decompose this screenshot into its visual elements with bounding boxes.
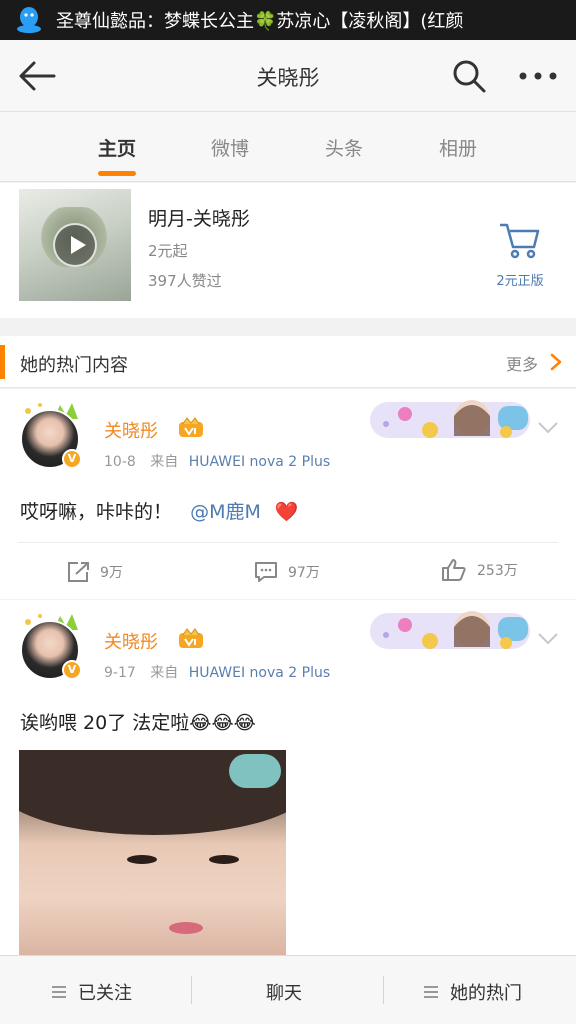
page-title: 关晓彤 (256, 66, 320, 90)
bottom-divider (191, 976, 192, 1004)
avatar[interactable]: V (18, 610, 84, 682)
top-nav: 关晓彤 (0, 40, 576, 112)
menu-lines-icon (424, 986, 438, 998)
post-card[interactable]: V 关晓彤 9-17 来自 HUAWEI nova 2 Plus 诶哟喂 20了… (0, 600, 576, 960)
post-meta: 10-8 来自 HUAWEI nova 2 Plus (104, 451, 330, 471)
repost-icon (68, 562, 89, 582)
post-photo[interactable] (19, 750, 286, 960)
thumbs-up-icon (442, 559, 466, 581)
search-icon[interactable] (452, 59, 486, 93)
hot-content-header[interactable]: 她的热门内容 更多 (0, 336, 576, 388)
photo-eye (127, 855, 157, 864)
active-tab-indicator (98, 171, 136, 176)
like-count: 253万 (477, 563, 518, 579)
post-body: 诶哟喂 20了 法定啦😂😂😂 (20, 712, 256, 734)
comment-icon (255, 562, 277, 582)
chat-button[interactable]: 聊天 (266, 979, 302, 1005)
photo-lips (169, 922, 203, 934)
verified-badge-icon: V (62, 660, 82, 680)
like-button[interactable]: 253万 (441, 558, 518, 582)
status-marquee: 圣尊仙懿品：梦蝶长公主🍀苏凉心【凌秋阁】(红颜 (56, 11, 464, 32)
song-title[interactable]: 明月-关晓彤 (148, 204, 250, 231)
her-hot-button[interactable]: 她的热门 (424, 979, 522, 1005)
play-icon[interactable] (53, 223, 97, 267)
post-meta: 9-17 来自 HUAWEI nova 2 Plus (104, 662, 330, 682)
more-link[interactable]: 更多 (506, 351, 538, 375)
song-price: 2元起 (148, 242, 188, 260)
buy-button[interactable]: 2元正版 (480, 270, 560, 289)
author-name[interactable]: 关晓彤 (104, 417, 158, 443)
shopping-cart-icon[interactable] (498, 221, 540, 261)
post-from: 来自 (150, 665, 179, 681)
photo-hair-roller (229, 754, 281, 788)
author-name[interactable]: 关晓彤 (104, 628, 158, 654)
mention-link[interactable]: @M鹿M (190, 501, 261, 523)
profile-tabs: 主页 微博 头条 相册 (0, 112, 576, 182)
more-options-icon[interactable] (518, 66, 558, 86)
post-divider (18, 542, 558, 543)
chevron-down-icon[interactable] (537, 632, 559, 646)
post-date: 9-17 (104, 665, 136, 681)
album-cover[interactable] (19, 189, 131, 301)
chat-label: 聊天 (266, 983, 302, 1004)
comment-button[interactable]: 97万 (254, 560, 320, 584)
section-accent-bar (0, 345, 5, 379)
status-bar: 圣尊仙懿品：梦蝶长公主🍀苏凉心【凌秋阁】(红颜 (0, 0, 576, 40)
section-title: 她的热门内容 (20, 355, 128, 376)
repost-count: 9万 (100, 565, 123, 581)
avatar[interactable]: V (18, 399, 84, 471)
bottom-action-bar: 已关注 聊天 她的热门 (0, 955, 576, 1024)
tab-weibo[interactable]: 微博 (190, 134, 270, 161)
chevron-right-icon[interactable] (550, 353, 562, 371)
fan-banner-icon (370, 400, 530, 438)
photo-eye (209, 855, 239, 864)
verified-badge-icon: V (62, 449, 82, 469)
tab-headlines[interactable]: 头条 (304, 134, 384, 161)
post-card[interactable]: V 关晓彤 10-8 来自 HUAWEI nova 2 Plus 哎呀嘛，咔咔的… (0, 389, 576, 599)
post-text: 哎呀嘛，咔咔的！ @M鹿M ❤️ (20, 497, 299, 524)
tab-home[interactable]: 主页 (77, 134, 157, 161)
chevron-down-icon[interactable] (537, 421, 559, 435)
tab-album[interactable]: 相册 (418, 134, 498, 161)
heart-emoji: ❤️ (274, 501, 299, 523)
repost-button[interactable]: 9万 (66, 560, 123, 584)
following-label: 已关注 (78, 983, 132, 1004)
vip-crown-icon (179, 417, 203, 437)
following-button[interactable]: 已关注 (52, 979, 132, 1005)
fan-banner-icon (370, 611, 530, 649)
post-body: 哎呀嘛，咔咔的！ (20, 501, 173, 523)
post-source[interactable]: HUAWEI nova 2 Plus (189, 665, 330, 681)
song-likes: 397人赞过 (148, 272, 222, 290)
menu-lines-icon (52, 986, 66, 998)
music-card[interactable]: 明月-关晓彤 2元起 397人赞过 2元正版 (0, 183, 576, 318)
her-hot-label: 她的热门 (450, 983, 522, 1004)
qq-icon (17, 7, 41, 33)
bottom-divider (383, 976, 384, 1004)
post-date: 10-8 (104, 454, 136, 470)
post-from: 来自 (150, 454, 179, 470)
comment-count: 97万 (288, 565, 320, 581)
vip-crown-icon (179, 628, 203, 648)
post-source[interactable]: HUAWEI nova 2 Plus (189, 454, 330, 470)
